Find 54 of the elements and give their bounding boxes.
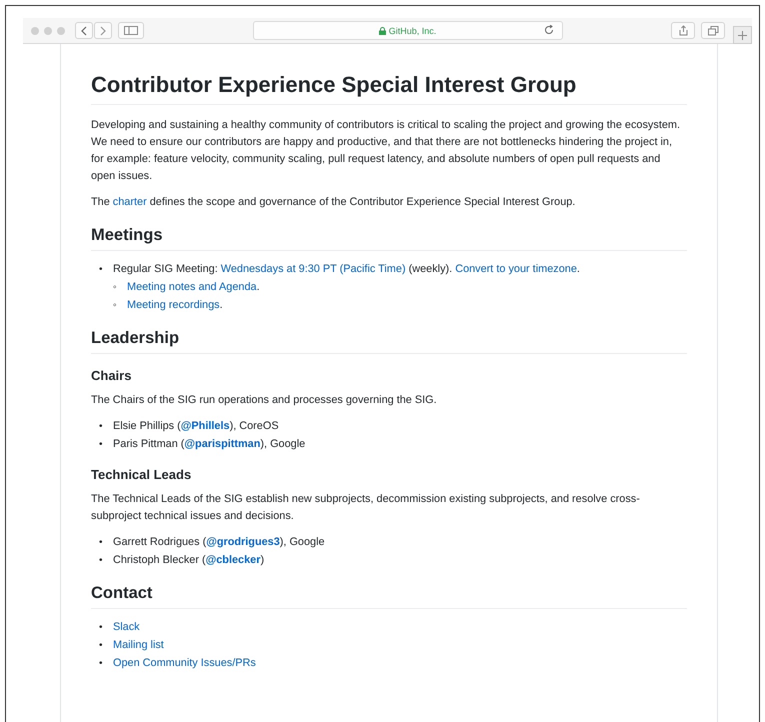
plus-icon: [738, 30, 747, 40]
list-item-text: Regular SIG Meeting: Wednesdays at 9:30 PT (Pacific Time) (weekly). Convert to your timezone.: [113, 262, 580, 278]
user-handle-link[interactable]: @cblecker: [206, 554, 260, 566]
list-item-text: Garrett Rodrigues (@grodrigues3), Google: [113, 535, 325, 550]
page-title: Contributor Experience Special Interest Group: [91, 72, 687, 106]
link[interactable]: Wednesdays at 9:30 PT (Pacific Time): [220, 263, 406, 276]
paragraph: The Technical Leads of the SIG establish new subprojects, decommission existing subprojects, and resolve cross-subproject technical issues and decisions.: [91, 492, 641, 524]
site-name: GitHub, Inc.: [388, 26, 436, 36]
link[interactable]: charter: [112, 196, 147, 208]
paragraph: The Chairs of the SIG run operations and processes governing the SIG.: [91, 392, 438, 408]
bullet: •: [99, 536, 104, 550]
section-heading: Contact: [91, 583, 687, 609]
bullet: ◦: [113, 281, 118, 296]
link[interactable]: Convert to your timezone: [455, 263, 577, 276]
link[interactable]: Meeting recordings: [127, 299, 220, 312]
share-button[interactable]: [671, 22, 695, 39]
link[interactable]: Mailing list: [113, 638, 164, 651]
subsection-heading: Chairs: [91, 368, 132, 384]
bullet: •: [99, 420, 104, 434]
tabs-icon: [708, 26, 718, 36]
user-handle-link[interactable]: @Phillels: [180, 420, 230, 432]
share-icon: [678, 25, 688, 36]
bullet: •: [99, 263, 104, 278]
user-handle-link[interactable]: @grodrigues3: [206, 536, 280, 548]
tabs-button[interactable]: [701, 22, 725, 39]
forward-button[interactable]: [94, 22, 112, 39]
paragraph: Developing and sustaining a healthy community of contributors is critical to scaling the project and growing the ecosystem. We need to ensure our contributors are happy and productive, and that there are not bottlenecks hindering the project in, for example: feature velocity, community scaling, pull request latency, and absolute numbers of open pull requests and open issues.: [91, 118, 682, 184]
section-heading: Meetings: [91, 225, 687, 252]
link[interactable]: Meeting notes and Agenda: [127, 281, 257, 294]
link[interactable]: Slack: [113, 620, 140, 633]
back-button[interactable]: [75, 22, 93, 39]
bullet: •: [99, 656, 104, 671]
sidebar-button[interactable]: [118, 22, 144, 39]
bullet: ◦: [113, 299, 118, 314]
list-item-text: Meeting notes and Agenda.: [127, 280, 260, 296]
reload-icon[interactable]: [544, 25, 554, 35]
list-item-text: Meeting recordings.: [127, 298, 223, 314]
paragraph: The charter defines the scope and governance of the Contributor Experience Special Interest Group.: [91, 195, 576, 210]
section-heading: Leadership: [91, 328, 687, 354]
list-item-text: Paris Pittman (@parispittman), Google: [113, 436, 306, 452]
sidebar-icon: [124, 26, 138, 35]
list-item-text: Elsie Phillips (@Phillels), CoreOS: [113, 418, 279, 434]
chevron-right-icon: [100, 26, 106, 36]
user-handle-link[interactable]: @parispittman: [184, 438, 260, 450]
subsection-heading: Technical Leads: [91, 466, 192, 484]
list-item-text: Christoph Blecker (@cblecker): [113, 553, 264, 568]
new-tab-button[interactable]: [733, 26, 752, 44]
chevron-left-icon: [81, 26, 87, 36]
link[interactable]: Open Community Issues/PRs: [113, 656, 256, 669]
address-bar[interactable]: GitHub, Inc.: [252, 21, 562, 40]
bullet: •: [99, 438, 104, 452]
bullet: •: [99, 620, 104, 635]
bullet: •: [99, 554, 104, 568]
bullet: •: [99, 638, 104, 653]
